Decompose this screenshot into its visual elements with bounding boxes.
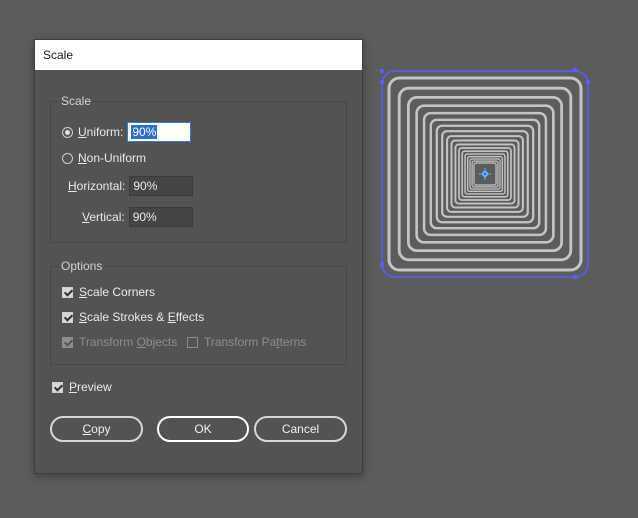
preview-checkbox[interactable] [52, 381, 63, 393]
vertical-label: Vertical: [82, 210, 125, 224]
transform-objects-label: Transform Objects [79, 335, 178, 349]
scale-group-title: Scale [59, 94, 94, 108]
handle-bottom-left[interactable] [380, 263, 384, 267]
vertical-row: Vertical: 90% [82, 207, 193, 227]
center-point-icon [479, 168, 491, 180]
dialog-titlebar[interactable]: Scale [35, 40, 362, 70]
ok-button[interactable]: OK [157, 416, 249, 442]
transform-patterns-option[interactable]: Transform Patterns [187, 335, 306, 349]
handle-top-left[interactable] [380, 69, 384, 73]
scale-strokes-label: Scale Strokes & Effects [79, 310, 205, 324]
transform-objects-checkbox[interactable] [62, 336, 73, 348]
handle-bottom-right[interactable] [573, 275, 577, 279]
ok-button-label: OK [194, 422, 212, 436]
non-uniform-label: Non-Uniform [78, 151, 147, 165]
artwork-nested-squares[interactable] [378, 68, 592, 280]
cancel-button-label: Cancel [281, 422, 320, 436]
scale-strokes-option[interactable]: Scale Strokes & Effects [62, 310, 204, 324]
vertical-input[interactable]: 90% [128, 207, 193, 227]
horizontal-label: Horizontal: [68, 179, 126, 193]
non-uniform-radio[interactable] [62, 152, 73, 164]
handle-top-right[interactable] [573, 68, 577, 72]
handle-right-mid[interactable] [586, 80, 590, 84]
uniform-radio[interactable] [62, 126, 73, 138]
copy-button[interactable]: Copy [50, 416, 143, 442]
uniform-option[interactable]: Uniform: 90% [62, 122, 192, 142]
dialog-title: Scale [43, 48, 74, 62]
horizontal-input[interactable]: 90% [129, 176, 194, 196]
scale-dialog: Scale Scale Uniform: 90% Non-Uniform Hor… [34, 39, 363, 474]
non-uniform-option[interactable]: Non-Uniform [62, 151, 146, 165]
transform-patterns-label: Transform Patterns [204, 335, 307, 349]
scale-corners-label: Scale Corners [79, 285, 156, 299]
options-group-title: Options [59, 259, 105, 273]
preview-label: Preview [69, 380, 112, 394]
scale-strokes-checkbox[interactable] [62, 311, 73, 323]
transform-objects-option[interactable]: Transform Objects [62, 335, 177, 349]
uniform-label: Uniform: [78, 125, 124, 139]
cancel-button[interactable]: Cancel [254, 416, 347, 442]
horizontal-row: Horizontal: 90% [68, 176, 194, 196]
transform-patterns-checkbox[interactable] [187, 336, 198, 348]
handle-left-mid[interactable] [380, 80, 384, 84]
copy-button-label: Copy [82, 422, 111, 436]
preview-option[interactable]: Preview [52, 380, 112, 394]
scale-corners-option[interactable]: Scale Corners [62, 285, 155, 299]
scale-corners-checkbox[interactable] [62, 286, 73, 298]
uniform-input[interactable]: 90% [127, 122, 192, 142]
